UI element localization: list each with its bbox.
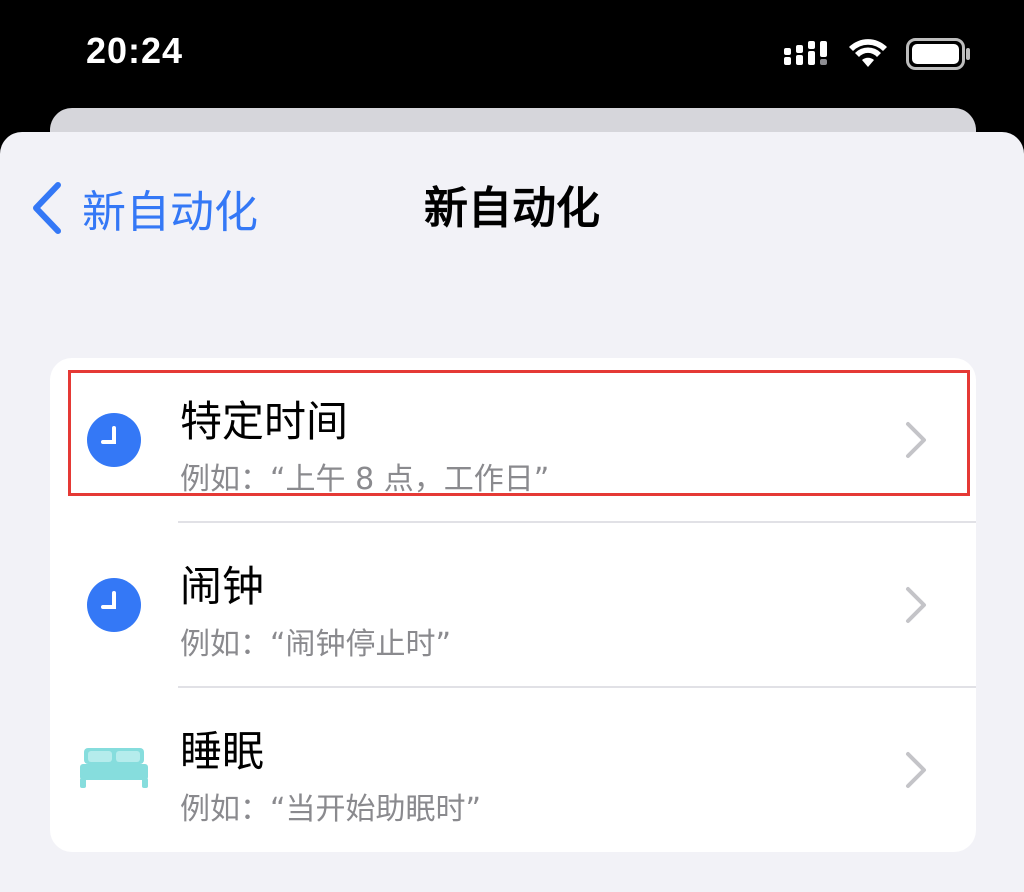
list-item-subtitle: 例如：“闹钟停止时” (180, 627, 452, 662)
battery-icon (906, 38, 970, 70)
list-item-subtitle: 例如：“当开始助眠时” (180, 792, 482, 827)
trigger-list: 特定时间 例如：“上午 8 点，工作日” 闹钟 例如：“闹钟停止时” 睡眠 例如… (50, 358, 976, 852)
chevron-right-icon (906, 587, 926, 623)
clock-icon (87, 413, 141, 467)
list-item-title: 闹钟 (180, 562, 265, 611)
status-time: 20:24 (86, 30, 184, 71)
status-bar: 20:24 (0, 0, 1024, 108)
list-item-alarm[interactable]: 闹钟 例如：“闹钟停止时” (50, 523, 976, 687)
wifi-icon (849, 39, 887, 67)
list-item-title: 特定时间 (180, 397, 349, 446)
status-icons (784, 38, 972, 70)
list-item-sleep[interactable]: 睡眠 例如：“当开始助眠时” (50, 688, 976, 852)
bed-icon (80, 748, 148, 788)
cellular-signal-icon (784, 41, 827, 65)
page-title: 新自动化 (424, 183, 600, 234)
chevron-right-icon (906, 752, 926, 788)
list-item-title: 睡眠 (180, 727, 265, 776)
clock-icon (87, 578, 141, 632)
list-item-specific-time[interactable]: 特定时间 例如：“上午 8 点，工作日” (50, 358, 976, 522)
list-item-subtitle: 例如：“上午 8 点，工作日” (180, 462, 550, 497)
chevron-right-icon (906, 422, 926, 458)
modal-sheet: 新自动化 新自动化 特定时间 例如：“上午 8 点，工作日” 闹钟 例如：“闹钟… (0, 132, 1024, 892)
